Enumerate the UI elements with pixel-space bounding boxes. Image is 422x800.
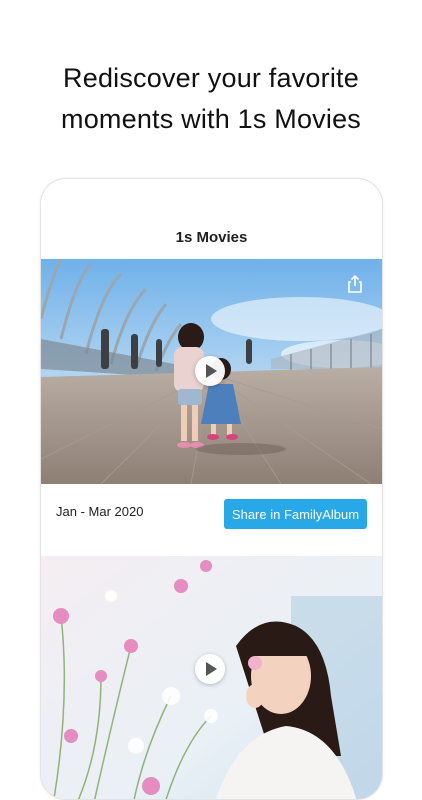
movie-thumbnail[interactable] [41,259,382,484]
nav-title: 1s Movies [175,229,248,246]
play-button[interactable] [195,356,225,386]
headline-line-2: moments with 1s Movies [61,104,361,134]
play-button[interactable] [195,654,225,684]
headline-line-1: Rediscover your favorite [63,63,359,93]
movie-date-range: Jan - Mar 2020 [56,504,144,519]
share-icon[interactable] [344,273,366,295]
movie-info-row: Jan - Mar 2020 Share in FamilyAlbum [41,484,382,556]
phone-frame: 1s Movies Jan - Mar 2020 Share in Family… [40,178,383,800]
headline: Rediscover your favorite moments with 1s… [0,58,422,140]
movie-thumbnail[interactable] [41,556,382,799]
share-in-familyalbum-button[interactable]: Share in FamilyAlbum [224,499,367,529]
